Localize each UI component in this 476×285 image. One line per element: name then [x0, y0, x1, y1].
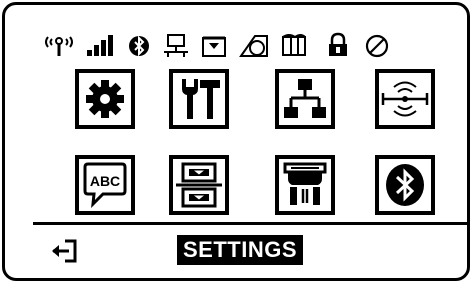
media-icon	[279, 31, 311, 59]
rfid-icon	[381, 81, 429, 117]
gear-icon	[86, 80, 124, 118]
footer-divider	[33, 222, 467, 225]
error-icon	[363, 31, 393, 59]
data-icon	[199, 31, 229, 59]
exit-arrow-icon	[52, 239, 77, 263]
sensor-icon	[176, 162, 222, 208]
ports-icon	[283, 162, 327, 205]
network-icon	[284, 79, 326, 118]
menu-tile-network[interactable]	[275, 69, 335, 129]
tools-icon	[182, 79, 220, 119]
bluetooth-icon	[386, 164, 424, 206]
signal-strength-icon	[83, 31, 119, 59]
page-title: SETTINGS	[177, 235, 304, 265]
ribbon-icon	[237, 31, 271, 59]
menu-tile-language[interactable]: ABC	[75, 155, 135, 215]
menu-tile-tools[interactable]	[169, 69, 229, 129]
menu-tile-sensors[interactable]	[169, 155, 229, 215]
menu-tile-rfid[interactable]	[375, 69, 435, 129]
bluetooth-status-icon	[127, 31, 155, 59]
status-bar	[41, 31, 461, 61]
svg-text:ABC: ABC	[90, 173, 120, 189]
printer-display: ABC SETTINGS	[2, 2, 470, 281]
menu-tile-ports[interactable]	[275, 155, 335, 215]
menu-tile-bluetooth[interactable]	[375, 155, 435, 215]
exit-button[interactable]	[47, 235, 83, 267]
abc-speech-icon: ABC	[83, 162, 127, 209]
lock-icon	[325, 31, 351, 59]
menu-tile-settings[interactable]	[75, 69, 135, 129]
network-status-icon	[161, 31, 193, 59]
antenna-icon	[41, 31, 77, 59]
